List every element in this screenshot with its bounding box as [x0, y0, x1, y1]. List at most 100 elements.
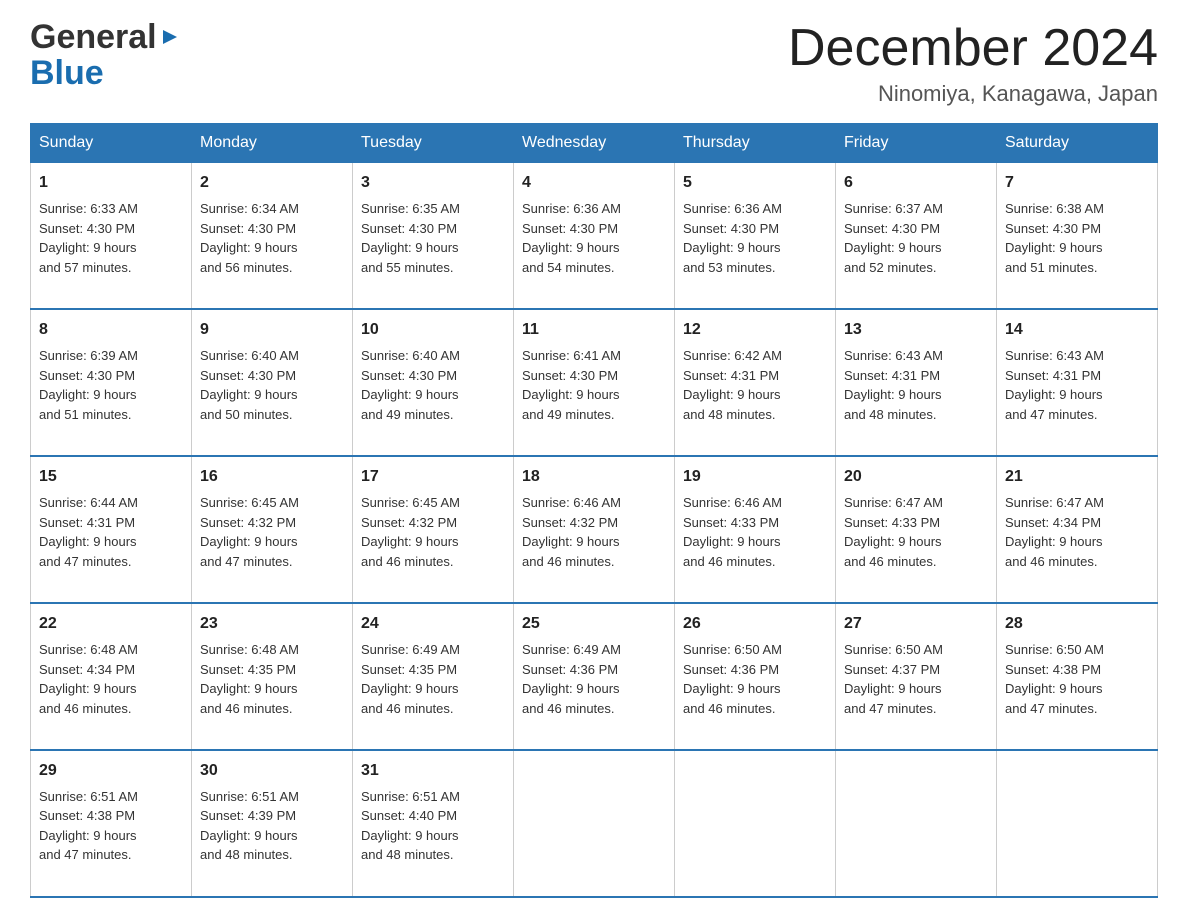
sunrise-label: Sunrise: 6:46 AM — [683, 495, 782, 510]
logo-general-text: General — [30, 20, 157, 54]
sunrise-label: Sunrise: 6:45 AM — [200, 495, 299, 510]
sunrise-label: Sunrise: 6:51 AM — [39, 789, 138, 804]
cell-content: Sunrise: 6:36 AM Sunset: 4:30 PM Dayligh… — [683, 199, 827, 277]
day-number: 22 — [39, 612, 183, 636]
daylight-minutes: and 47 minutes. — [39, 554, 132, 569]
cell-content: Sunrise: 6:45 AM Sunset: 4:32 PM Dayligh… — [200, 493, 344, 571]
logo-arrow-icon — [159, 26, 181, 48]
sunrise-label: Sunrise: 6:36 AM — [522, 201, 621, 216]
cell-content: Sunrise: 6:38 AM Sunset: 4:30 PM Dayligh… — [1005, 199, 1149, 277]
weekday-friday: Friday — [836, 124, 997, 163]
sunrise-label: Sunrise: 6:51 AM — [361, 789, 460, 804]
month-title: December 2024 — [788, 20, 1158, 77]
sunset-label: Sunset: 4:30 PM — [39, 221, 135, 236]
daylight-minutes: and 46 minutes. — [39, 701, 132, 716]
daylight-label: Daylight: 9 hours — [1005, 240, 1103, 255]
day-number: 16 — [200, 465, 344, 489]
calendar-cell: 18 Sunrise: 6:46 AM Sunset: 4:32 PM Dayl… — [514, 456, 675, 603]
daylight-minutes: and 49 minutes. — [361, 407, 454, 422]
sunset-label: Sunset: 4:32 PM — [522, 515, 618, 530]
cell-content: Sunrise: 6:45 AM Sunset: 4:32 PM Dayligh… — [361, 493, 505, 571]
sunset-label: Sunset: 4:32 PM — [200, 515, 296, 530]
sunset-label: Sunset: 4:32 PM — [361, 515, 457, 530]
cell-content: Sunrise: 6:44 AM Sunset: 4:31 PM Dayligh… — [39, 493, 183, 571]
daylight-label: Daylight: 9 hours — [39, 534, 137, 549]
week-row-3: 15 Sunrise: 6:44 AM Sunset: 4:31 PM Dayl… — [31, 456, 1158, 603]
day-number: 19 — [683, 465, 827, 489]
calendar-cell: 1 Sunrise: 6:33 AM Sunset: 4:30 PM Dayli… — [31, 163, 192, 309]
daylight-label: Daylight: 9 hours — [1005, 681, 1103, 696]
daylight-label: Daylight: 9 hours — [522, 534, 620, 549]
daylight-minutes: and 47 minutes. — [39, 847, 132, 862]
sunset-label: Sunset: 4:35 PM — [361, 662, 457, 677]
calendar-cell: 2 Sunrise: 6:34 AM Sunset: 4:30 PM Dayli… — [192, 163, 353, 309]
daylight-minutes: and 47 minutes. — [1005, 701, 1098, 716]
day-number: 8 — [39, 318, 183, 342]
sunset-label: Sunset: 4:40 PM — [361, 808, 457, 823]
cell-content: Sunrise: 6:40 AM Sunset: 4:30 PM Dayligh… — [200, 346, 344, 424]
day-number: 23 — [200, 612, 344, 636]
daylight-label: Daylight: 9 hours — [200, 534, 298, 549]
weekday-monday: Monday — [192, 124, 353, 163]
daylight-label: Daylight: 9 hours — [683, 681, 781, 696]
calendar-cell: 31 Sunrise: 6:51 AM Sunset: 4:40 PM Dayl… — [353, 750, 514, 897]
daylight-minutes: and 47 minutes. — [844, 701, 937, 716]
calendar-cell: 16 Sunrise: 6:45 AM Sunset: 4:32 PM Dayl… — [192, 456, 353, 603]
daylight-minutes: and 54 minutes. — [522, 260, 615, 275]
calendar-cell: 21 Sunrise: 6:47 AM Sunset: 4:34 PM Dayl… — [997, 456, 1158, 603]
cell-content: Sunrise: 6:46 AM Sunset: 4:32 PM Dayligh… — [522, 493, 666, 571]
cell-content: Sunrise: 6:51 AM Sunset: 4:38 PM Dayligh… — [39, 787, 183, 865]
daylight-label: Daylight: 9 hours — [844, 240, 942, 255]
sunrise-label: Sunrise: 6:35 AM — [361, 201, 460, 216]
daylight-minutes: and 52 minutes. — [844, 260, 937, 275]
calendar-cell: 20 Sunrise: 6:47 AM Sunset: 4:33 PM Dayl… — [836, 456, 997, 603]
daylight-label: Daylight: 9 hours — [361, 828, 459, 843]
page-header: General Blue December 2024 Ninomiya, Kan… — [30, 20, 1158, 107]
cell-content: Sunrise: 6:36 AM Sunset: 4:30 PM Dayligh… — [522, 199, 666, 277]
calendar-cell — [997, 750, 1158, 897]
sunset-label: Sunset: 4:38 PM — [1005, 662, 1101, 677]
daylight-label: Daylight: 9 hours — [361, 240, 459, 255]
day-number: 3 — [361, 171, 505, 195]
sunset-label: Sunset: 4:30 PM — [200, 221, 296, 236]
sunset-label: Sunset: 4:30 PM — [522, 368, 618, 383]
daylight-label: Daylight: 9 hours — [361, 387, 459, 402]
cell-content: Sunrise: 6:40 AM Sunset: 4:30 PM Dayligh… — [361, 346, 505, 424]
daylight-label: Daylight: 9 hours — [844, 534, 942, 549]
day-number: 30 — [200, 759, 344, 783]
calendar-cell: 17 Sunrise: 6:45 AM Sunset: 4:32 PM Dayl… — [353, 456, 514, 603]
calendar-table: SundayMondayTuesdayWednesdayThursdayFrid… — [30, 123, 1158, 898]
daylight-label: Daylight: 9 hours — [844, 387, 942, 402]
cell-content: Sunrise: 6:43 AM Sunset: 4:31 PM Dayligh… — [844, 346, 988, 424]
calendar-cell: 27 Sunrise: 6:50 AM Sunset: 4:37 PM Dayl… — [836, 603, 997, 750]
daylight-minutes: and 46 minutes. — [844, 554, 937, 569]
calendar-cell — [836, 750, 997, 897]
calendar-cell: 29 Sunrise: 6:51 AM Sunset: 4:38 PM Dayl… — [31, 750, 192, 897]
day-number: 1 — [39, 171, 183, 195]
calendar-cell: 11 Sunrise: 6:41 AM Sunset: 4:30 PM Dayl… — [514, 309, 675, 456]
sunrise-label: Sunrise: 6:49 AM — [522, 642, 621, 657]
sunrise-label: Sunrise: 6:47 AM — [1005, 495, 1104, 510]
logo: General Blue — [30, 20, 181, 90]
sunset-label: Sunset: 4:30 PM — [522, 221, 618, 236]
daylight-label: Daylight: 9 hours — [683, 240, 781, 255]
daylight-minutes: and 46 minutes. — [361, 554, 454, 569]
daylight-label: Daylight: 9 hours — [522, 681, 620, 696]
calendar-cell: 7 Sunrise: 6:38 AM Sunset: 4:30 PM Dayli… — [997, 163, 1158, 309]
sunset-label: Sunset: 4:30 PM — [844, 221, 940, 236]
sunset-label: Sunset: 4:30 PM — [200, 368, 296, 383]
daylight-minutes: and 47 minutes. — [200, 554, 293, 569]
day-number: 2 — [200, 171, 344, 195]
day-number: 14 — [1005, 318, 1149, 342]
calendar-cell: 6 Sunrise: 6:37 AM Sunset: 4:30 PM Dayli… — [836, 163, 997, 309]
day-number: 11 — [522, 318, 666, 342]
sunset-label: Sunset: 4:34 PM — [39, 662, 135, 677]
daylight-minutes: and 46 minutes. — [1005, 554, 1098, 569]
cell-content: Sunrise: 6:47 AM Sunset: 4:33 PM Dayligh… — [844, 493, 988, 571]
daylight-label: Daylight: 9 hours — [200, 240, 298, 255]
daylight-minutes: and 47 minutes. — [1005, 407, 1098, 422]
sunrise-label: Sunrise: 6:40 AM — [361, 348, 460, 363]
week-row-1: 1 Sunrise: 6:33 AM Sunset: 4:30 PM Dayli… — [31, 163, 1158, 309]
daylight-minutes: and 46 minutes. — [522, 554, 615, 569]
sunrise-label: Sunrise: 6:48 AM — [200, 642, 299, 657]
